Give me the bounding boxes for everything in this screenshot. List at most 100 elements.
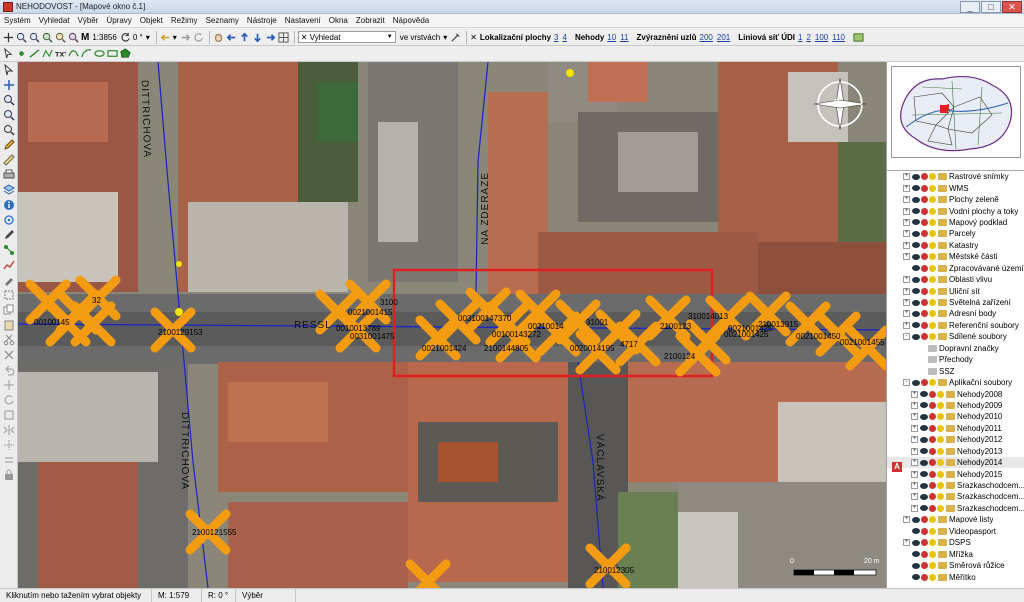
eye-icon[interactable] bbox=[912, 185, 920, 192]
rotate-icon[interactable] bbox=[120, 32, 131, 43]
select-layer-icon[interactable] bbox=[929, 196, 936, 204]
selection-tool-icon[interactable] bbox=[3, 289, 15, 301]
edit-layer-icon[interactable] bbox=[921, 276, 928, 284]
layer-row[interactable]: + Nehody2009 bbox=[887, 400, 1024, 411]
select-layer-icon[interactable] bbox=[937, 459, 944, 467]
close-icon[interactable]: ✕ bbox=[470, 33, 477, 42]
layer-row[interactable]: + Nehody2008 bbox=[887, 388, 1024, 399]
edit-layer-icon[interactable] bbox=[921, 287, 928, 295]
folder-icon[interactable] bbox=[946, 424, 955, 432]
select-layer-icon[interactable] bbox=[937, 504, 944, 512]
folder-icon[interactable] bbox=[938, 287, 947, 295]
eye-icon[interactable] bbox=[920, 505, 928, 512]
eye-icon[interactable] bbox=[912, 230, 920, 237]
arc-icon[interactable] bbox=[81, 48, 92, 59]
eye-icon[interactable] bbox=[912, 333, 920, 340]
arrow-left-icon[interactable] bbox=[226, 32, 237, 43]
eye-icon[interactable] bbox=[912, 516, 920, 523]
edit-icon[interactable] bbox=[3, 139, 15, 151]
layer-row[interactable]: + Mapový podklad bbox=[887, 217, 1024, 228]
eye-icon[interactable] bbox=[912, 219, 920, 226]
search-icon[interactable] bbox=[3, 124, 15, 136]
info-icon[interactable] bbox=[3, 199, 15, 211]
split-icon[interactable] bbox=[3, 439, 15, 451]
expand-icon[interactable]: + bbox=[903, 516, 910, 524]
eye-icon[interactable] bbox=[912, 322, 920, 329]
select-layer-icon[interactable] bbox=[929, 218, 936, 226]
layer-row[interactable]: + WMS bbox=[887, 182, 1024, 193]
folder-icon[interactable] bbox=[938, 184, 947, 192]
select-layer-icon[interactable] bbox=[929, 333, 936, 341]
refresh-icon[interactable] bbox=[193, 32, 204, 43]
expand-icon[interactable]: + bbox=[903, 241, 910, 249]
minimize-button[interactable]: _ bbox=[960, 1, 980, 13]
eye-icon[interactable] bbox=[912, 253, 920, 260]
select-layer-icon[interactable] bbox=[937, 482, 944, 490]
select-layer-icon[interactable] bbox=[929, 253, 936, 261]
move-icon[interactable] bbox=[3, 379, 15, 391]
edit-layer-icon[interactable] bbox=[929, 447, 936, 455]
pan-icon[interactable] bbox=[3, 32, 14, 43]
select-layer-icon[interactable] bbox=[929, 321, 936, 329]
eye-icon[interactable] bbox=[912, 173, 920, 180]
layer-row[interactable]: Směrová růžice bbox=[887, 560, 1024, 571]
eye-icon[interactable] bbox=[920, 436, 928, 443]
expand-icon[interactable]: + bbox=[903, 539, 910, 547]
expand-icon[interactable]: + bbox=[903, 287, 910, 295]
scale-value[interactable]: 1:3856 bbox=[92, 33, 116, 42]
nehody-link-10[interactable]: 10 bbox=[607, 33, 616, 42]
map-layers-icon[interactable] bbox=[853, 32, 864, 43]
layer-row[interactable]: + Mapové listy bbox=[887, 514, 1024, 525]
layer-row[interactable]: + Rastrové snímky bbox=[887, 171, 1024, 182]
target-icon[interactable] bbox=[3, 214, 15, 226]
folder-icon[interactable] bbox=[946, 504, 955, 512]
layer-row[interactable]: + Vodní plochy a toky bbox=[887, 205, 1024, 216]
edit-layer-icon[interactable] bbox=[921, 333, 928, 341]
eye-icon[interactable] bbox=[912, 379, 920, 386]
select-layer-icon[interactable] bbox=[929, 173, 936, 181]
expand-icon[interactable]: + bbox=[911, 401, 918, 409]
select-layer-icon[interactable] bbox=[937, 436, 944, 444]
expand-icon[interactable]: + bbox=[903, 207, 910, 215]
select-layer-icon[interactable] bbox=[929, 230, 936, 238]
eye-icon[interactable] bbox=[912, 539, 920, 546]
select-layer-icon[interactable] bbox=[929, 276, 936, 284]
lock-icon[interactable] bbox=[3, 469, 15, 481]
layer-row[interactable]: + Srazkaschodcem... bbox=[887, 503, 1024, 514]
liniova-link-2[interactable]: 2 bbox=[806, 33, 810, 42]
eye-icon[interactable] bbox=[920, 391, 928, 398]
menu-napoveda[interactable]: Nápověda bbox=[393, 16, 429, 25]
folder-icon[interactable] bbox=[946, 390, 955, 398]
layer-row[interactable]: + Katastry bbox=[887, 240, 1024, 251]
cut-icon[interactable] bbox=[3, 334, 15, 346]
search-scope-dropdown-icon[interactable]: ▾ bbox=[443, 33, 447, 42]
edit-layer-icon[interactable] bbox=[929, 470, 936, 478]
eye-icon[interactable] bbox=[920, 425, 928, 432]
layer-row[interactable]: + Městské části bbox=[887, 251, 1024, 262]
select-layer-icon[interactable] bbox=[929, 264, 936, 272]
zoom-previous-icon[interactable] bbox=[68, 32, 79, 43]
menu-system[interactable]: Systém bbox=[4, 16, 31, 25]
edit-layer-icon[interactable] bbox=[921, 184, 928, 192]
eye-icon[interactable] bbox=[912, 196, 920, 203]
layer-row[interactable]: Měřítko bbox=[887, 571, 1024, 582]
select-layer-icon[interactable] bbox=[937, 413, 944, 421]
overview-map[interactable]: 1 bbox=[891, 66, 1021, 158]
folder-icon[interactable] bbox=[938, 333, 947, 341]
menu-seznamy[interactable]: Seznamy bbox=[206, 16, 239, 25]
polyline-icon[interactable] bbox=[42, 48, 53, 59]
eye-icon[interactable] bbox=[920, 482, 928, 489]
copy-icon[interactable] bbox=[3, 304, 15, 316]
expand-icon[interactable]: + bbox=[911, 413, 918, 421]
eye-icon[interactable] bbox=[912, 562, 920, 569]
eye-icon[interactable] bbox=[912, 288, 920, 295]
eye-icon[interactable] bbox=[920, 459, 928, 466]
menu-objekt[interactable]: Objekt bbox=[140, 16, 163, 25]
expand-icon[interactable]: + bbox=[911, 436, 918, 444]
edit-layer-icon[interactable] bbox=[921, 207, 928, 215]
folder-icon[interactable] bbox=[946, 401, 955, 409]
edit-layer-icon[interactable] bbox=[921, 573, 928, 581]
folder-icon[interactable] bbox=[938, 196, 947, 204]
folder-icon[interactable] bbox=[938, 527, 947, 535]
lokalizacni-link-4[interactable]: 4 bbox=[563, 33, 567, 42]
